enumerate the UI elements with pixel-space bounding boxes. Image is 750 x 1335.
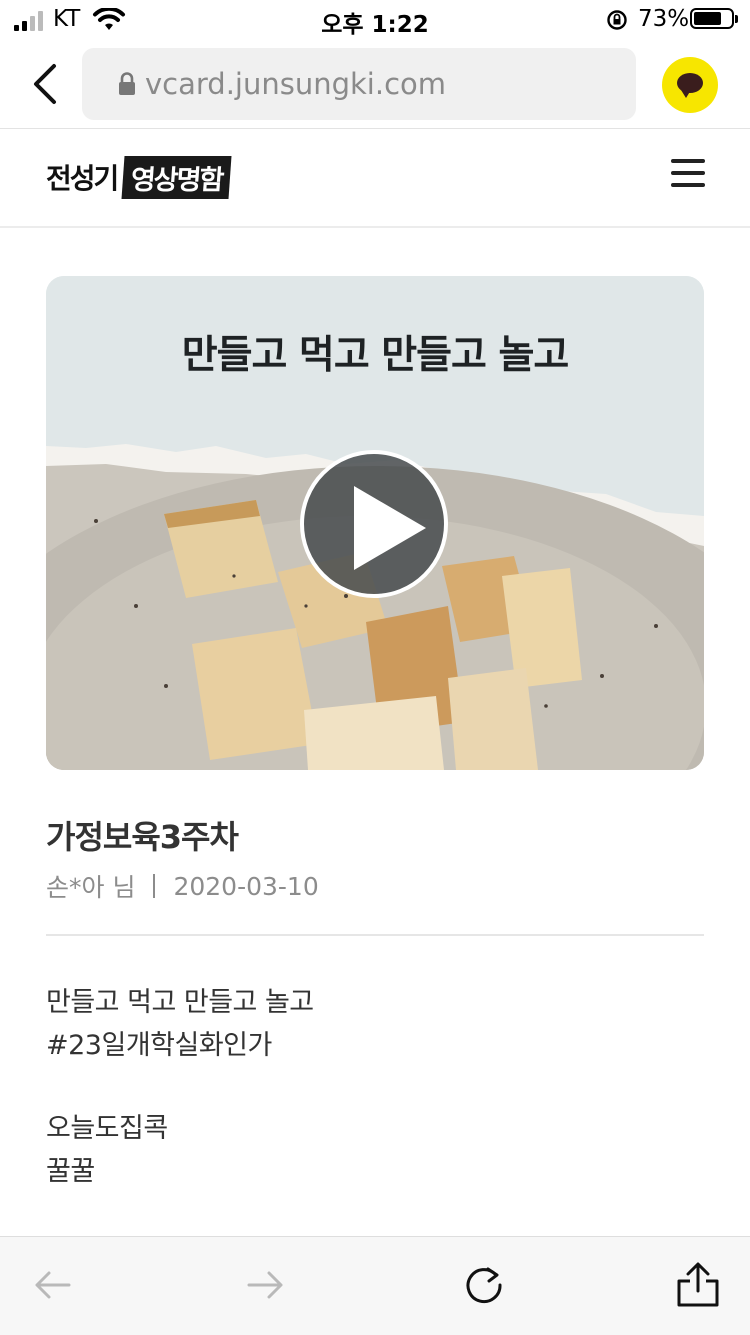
site-header: 전성기 영상명함 <box>0 129 750 228</box>
battery-percent: 73% <box>638 6 690 32</box>
meta-separator <box>153 874 156 898</box>
post-body-line: #23일개학실화인가 <box>46 1030 272 1061</box>
post-title: 가정보육3주차 <box>46 818 239 856</box>
share-icon[interactable] <box>676 1261 720 1309</box>
browser-toolbar <box>0 1236 750 1335</box>
url-text: vcard.junsungki.com <box>145 67 447 101</box>
hamburger-menu-icon[interactable] <box>671 159 705 187</box>
post-meta: 손*아 님 2020-03-10 <box>46 868 319 904</box>
video-caption: 만들고 먹고 만들고 놀고 <box>181 333 570 378</box>
back-arrow-icon[interactable] <box>32 1265 72 1305</box>
kakaotalk-icon[interactable] <box>662 57 718 113</box>
video-thumbnail[interactable]: 만들고 먹고 만들고 놀고 <box>46 276 704 770</box>
site-logo[interactable]: 전성기 영상명함 <box>46 155 233 199</box>
battery-icon <box>690 8 738 29</box>
post-author: 손*아 님 <box>46 873 136 902</box>
browser-address-bar: vcard.junsungki.com <box>0 40 750 129</box>
back-chevron-icon[interactable] <box>30 62 60 106</box>
url-field[interactable]: vcard.junsungki.com <box>82 48 636 120</box>
post-body-line: 꿀꿀 <box>46 1156 95 1187</box>
post-body-line: 만들고 먹고 만들고 놀고 <box>46 987 314 1018</box>
divider <box>46 934 704 936</box>
post-body-line: 오늘도집콕 <box>46 1113 168 1144</box>
logo-part1: 전성기 <box>46 162 119 195</box>
reload-icon[interactable] <box>462 1263 506 1307</box>
status-bar: KT 오후 1:22 73% <box>0 0 750 40</box>
play-icon[interactable] <box>300 450 448 598</box>
logo-part2: 영상명함 <box>121 155 233 199</box>
post-date: 2020-03-10 <box>173 871 319 901</box>
orientation-lock-icon <box>607 10 627 30</box>
lock-icon <box>119 72 135 95</box>
forward-arrow-icon[interactable] <box>246 1265 286 1305</box>
